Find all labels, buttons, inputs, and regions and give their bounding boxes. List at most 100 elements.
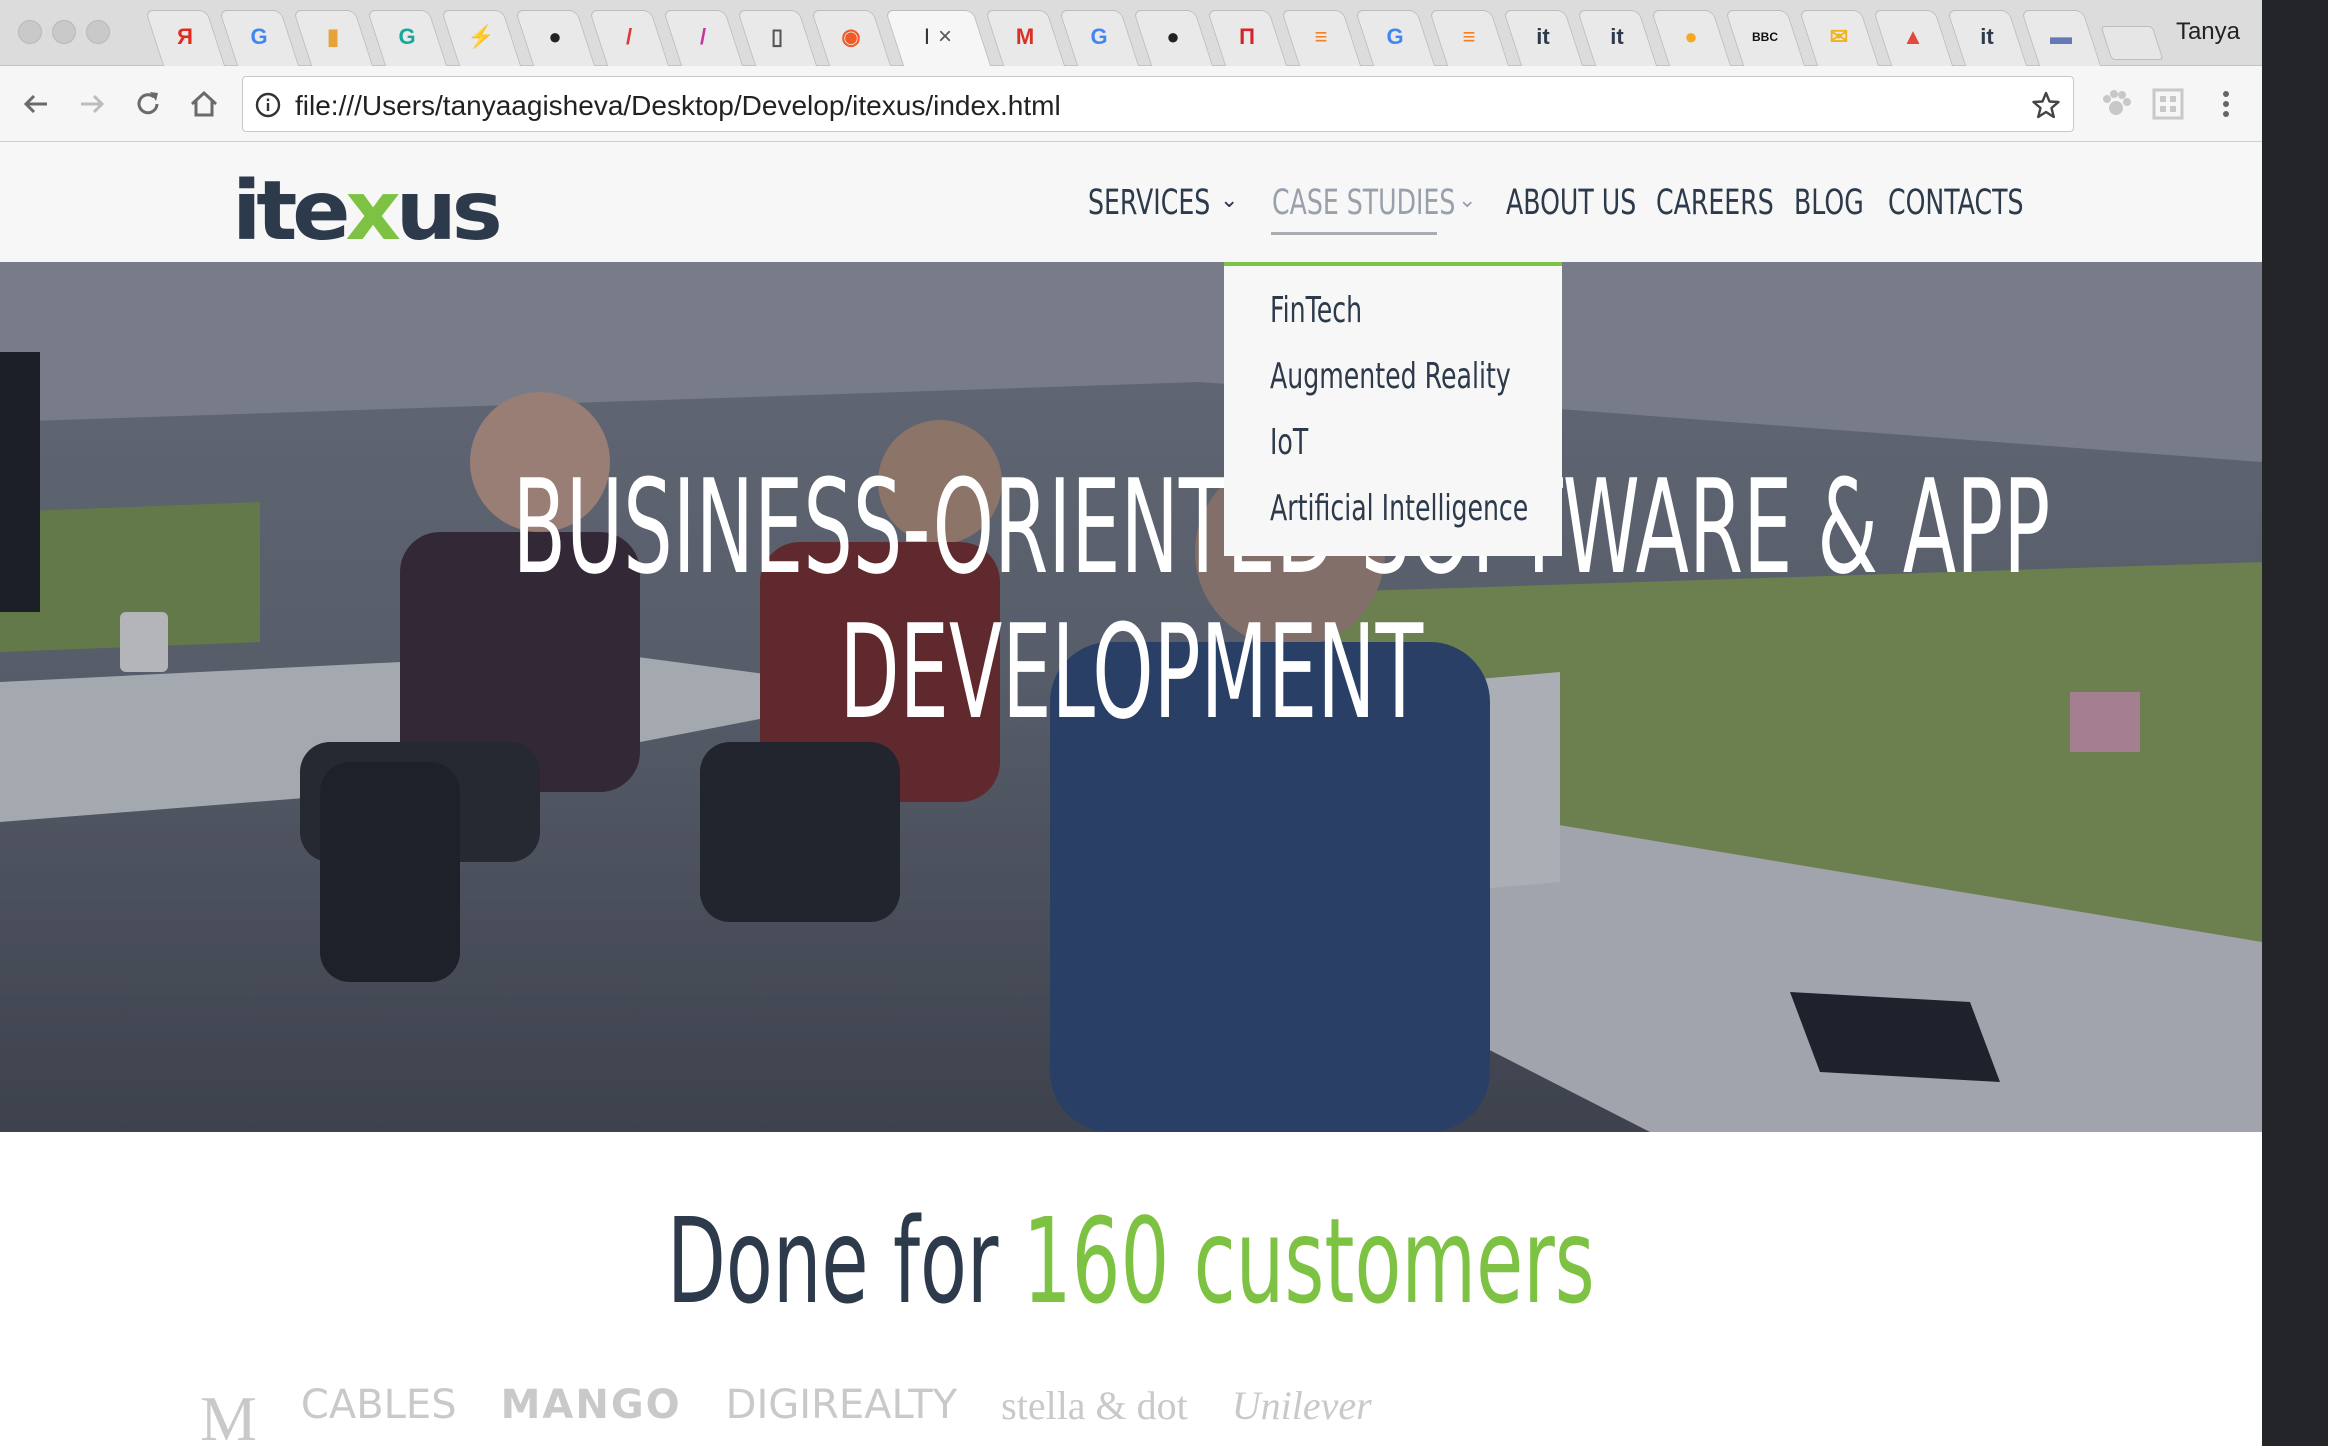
logo-text-x: x — [345, 164, 401, 259]
image-icon: ▲ — [1902, 24, 1924, 49]
grammarly-icon: G — [398, 24, 416, 49]
book-icon: ▮ — [326, 24, 340, 49]
tab[interactable]: ▲ — [1876, 8, 1950, 66]
tab[interactable]: ▮ — [296, 8, 370, 66]
hero-title-line-2: DEVELOPMENT — [0, 607, 2262, 737]
web-page: itexus SERVICES ⌄ CASE STUDIES ⌄ ABOUT U… — [0, 142, 2262, 1446]
tab[interactable]: ≡ — [1284, 8, 1358, 66]
paw-extension-icon[interactable] — [2098, 86, 2134, 122]
home-icon — [190, 90, 218, 117]
tab[interactable]: П — [1210, 8, 1284, 66]
nav-services[interactable]: SERVICES ⌄ — [1088, 180, 1238, 226]
itexus-icon: it — [1536, 24, 1550, 49]
site-header: itexus SERVICES ⌄ CASE STUDIES ⌄ ABOUT U… — [0, 142, 2262, 262]
close-window-button[interactable] — [18, 20, 42, 44]
client-logo-unilever: Unilever — [1231, 1383, 1372, 1428]
nav-blog[interactable]: BLOG — [1794, 180, 1888, 226]
tab[interactable]: it — [1950, 8, 2024, 66]
zoom-window-button[interactable] — [86, 20, 110, 44]
tab[interactable]: ≡ — [1432, 8, 1506, 66]
forward-button[interactable] — [74, 86, 110, 122]
gmail-icon: M — [1015, 24, 1035, 49]
minimize-window-button[interactable] — [52, 20, 76, 44]
lightning-icon: ⚡ — [467, 24, 495, 49]
chevron-down-icon: ⌄ — [1458, 188, 1477, 213]
nav-careers-label: CAREERS — [1656, 183, 1774, 223]
tabs: Я G ▮ G ⚡ ● / / ▯ ◉ I × M G ● П ≡ G ≡ it it ● BBC ✉ ▲ it ▬ — [148, 8, 2162, 66]
customers-count: 160 customers — [1023, 1192, 1595, 1330]
tab[interactable]: G — [1062, 8, 1136, 66]
arrow-left-icon — [23, 94, 47, 114]
hero-title-line-1: BUSINESS-ORIENTED SOFTWARE & APP — [0, 462, 2262, 592]
reload-icon — [137, 92, 159, 115]
address-bar[interactable]: file:///Users/tanyaagisheva/Desktop/Deve… — [242, 76, 2074, 132]
tab[interactable]: ▬ — [2024, 8, 2098, 66]
client-logo-digirealty: DIGIREALTY — [725, 1382, 958, 1428]
customers-heading: Done for 160 customers — [0, 1192, 2262, 1330]
tab[interactable]: ● — [1654, 8, 1728, 66]
itexus-icon: it — [1980, 24, 1994, 49]
nav-about-us-label: ABOUT US — [1506, 183, 1637, 223]
tab-title: I — [923, 24, 931, 49]
tab[interactable]: G — [222, 8, 296, 66]
nav-about-us[interactable]: ABOUT US — [1506, 180, 1656, 226]
tab[interactable]: ✉ — [1802, 8, 1876, 66]
tab[interactable]: / — [592, 8, 666, 66]
tab[interactable]: ⚡ — [444, 8, 518, 66]
menu-kebab-icon[interactable] — [2208, 86, 2244, 122]
logo-text-post: us — [395, 164, 503, 259]
flag-icon: П — [1239, 24, 1255, 49]
tab[interactable]: Я — [148, 8, 222, 66]
tab[interactable]: / — [666, 8, 740, 66]
close-tab-icon[interactable]: × — [938, 23, 952, 51]
hero-title-line-2-text: DEVELOPMENT — [839, 596, 1423, 748]
mail-icon: ✉ — [1829, 24, 1849, 49]
nav-careers[interactable]: CAREERS — [1656, 180, 1794, 226]
back-button[interactable] — [18, 86, 54, 122]
main-nav: SERVICES ⌄ CASE STUDIES ⌄ ABOUT US CAREE… — [1088, 180, 2028, 226]
tab[interactable]: it — [1580, 8, 1654, 66]
client-logo-mcdonalds: M — [200, 1383, 257, 1446]
stackoverflow-icon: ≡ — [1462, 24, 1476, 49]
tab[interactable]: ◉ — [814, 8, 888, 66]
profile-name[interactable]: Tanya — [2176, 18, 2240, 46]
dropdown-item-iot[interactable]: IoT — [1270, 422, 1308, 463]
site-logo[interactable]: itexus — [232, 164, 503, 259]
tab[interactable]: it — [1506, 8, 1580, 66]
tab[interactable]: ▯ — [740, 8, 814, 66]
tab[interactable]: BBC — [1728, 8, 1802, 66]
nav-case-studies-label: CASE STUDIES — [1272, 183, 1456, 223]
tab[interactable]: ● — [1136, 8, 1210, 66]
client-logo-mango: MANGO — [500, 1382, 682, 1428]
client-logo-cables: CABLES — [300, 1382, 457, 1428]
tab[interactable]: ● — [518, 8, 592, 66]
arrow-right-icon — [81, 94, 105, 114]
hero-section: BUSINESS-ORIENTED SOFTWARE & APP DEVELOP… — [0, 262, 2262, 1132]
tab[interactable]: G — [1358, 8, 1432, 66]
info-icon[interactable] — [255, 92, 281, 118]
nav-case-studies[interactable]: CASE STUDIES ⌄ — [1272, 180, 1506, 226]
qr-extension-icon[interactable] — [2150, 86, 2186, 122]
dropdown-item-augmented-reality[interactable]: Augmented Reality — [1270, 356, 1511, 397]
new-tab-button[interactable] — [2098, 8, 2162, 66]
nav-contacts[interactable]: CONTACTS — [1888, 180, 2028, 226]
browser-window: Я G ▮ G ⚡ ● / / ▯ ◉ I × M G ● П ≡ G ≡ it it ● BBC ✉ ▲ it ▬ Tanya f… — [0, 0, 2262, 1446]
dropdown-item-artificial-intelligence[interactable]: Artificial Intelligence — [1270, 488, 1528, 529]
client-logos: M CABLES MANGO DIGIREALTY stella & dot U… — [200, 1382, 2100, 1446]
browser-toolbar: file:///Users/tanyaagisheva/Desktop/Deve… — [0, 66, 2262, 142]
circle-icon: ● — [1684, 24, 1698, 49]
case-studies-dropdown: FinTech Augmented Reality IoT Artificial… — [1224, 262, 1562, 556]
tab[interactable]: M — [988, 8, 1062, 66]
window-icon: ▬ — [2050, 24, 2072, 49]
document-icon: ▯ — [770, 24, 784, 49]
home-button[interactable] — [186, 86, 222, 122]
tab-strip: Я G ▮ G ⚡ ● / / ▯ ◉ I × M G ● П ≡ G ≡ it it ● BBC ✉ ▲ it ▬ Tanya — [0, 0, 2262, 66]
nav-services-label: SERVICES — [1088, 183, 1211, 223]
bookmark-star-icon[interactable] — [2031, 90, 2061, 120]
google-icon: G — [1090, 24, 1108, 49]
url-text[interactable]: file:///Users/tanyaagisheva/Desktop/Deve… — [295, 90, 1061, 122]
dropdown-item-fintech[interactable]: FinTech — [1270, 290, 1362, 331]
reload-button[interactable] — [130, 86, 166, 122]
tab[interactable]: G — [370, 8, 444, 66]
tab-active[interactable]: I × — [888, 8, 988, 66]
